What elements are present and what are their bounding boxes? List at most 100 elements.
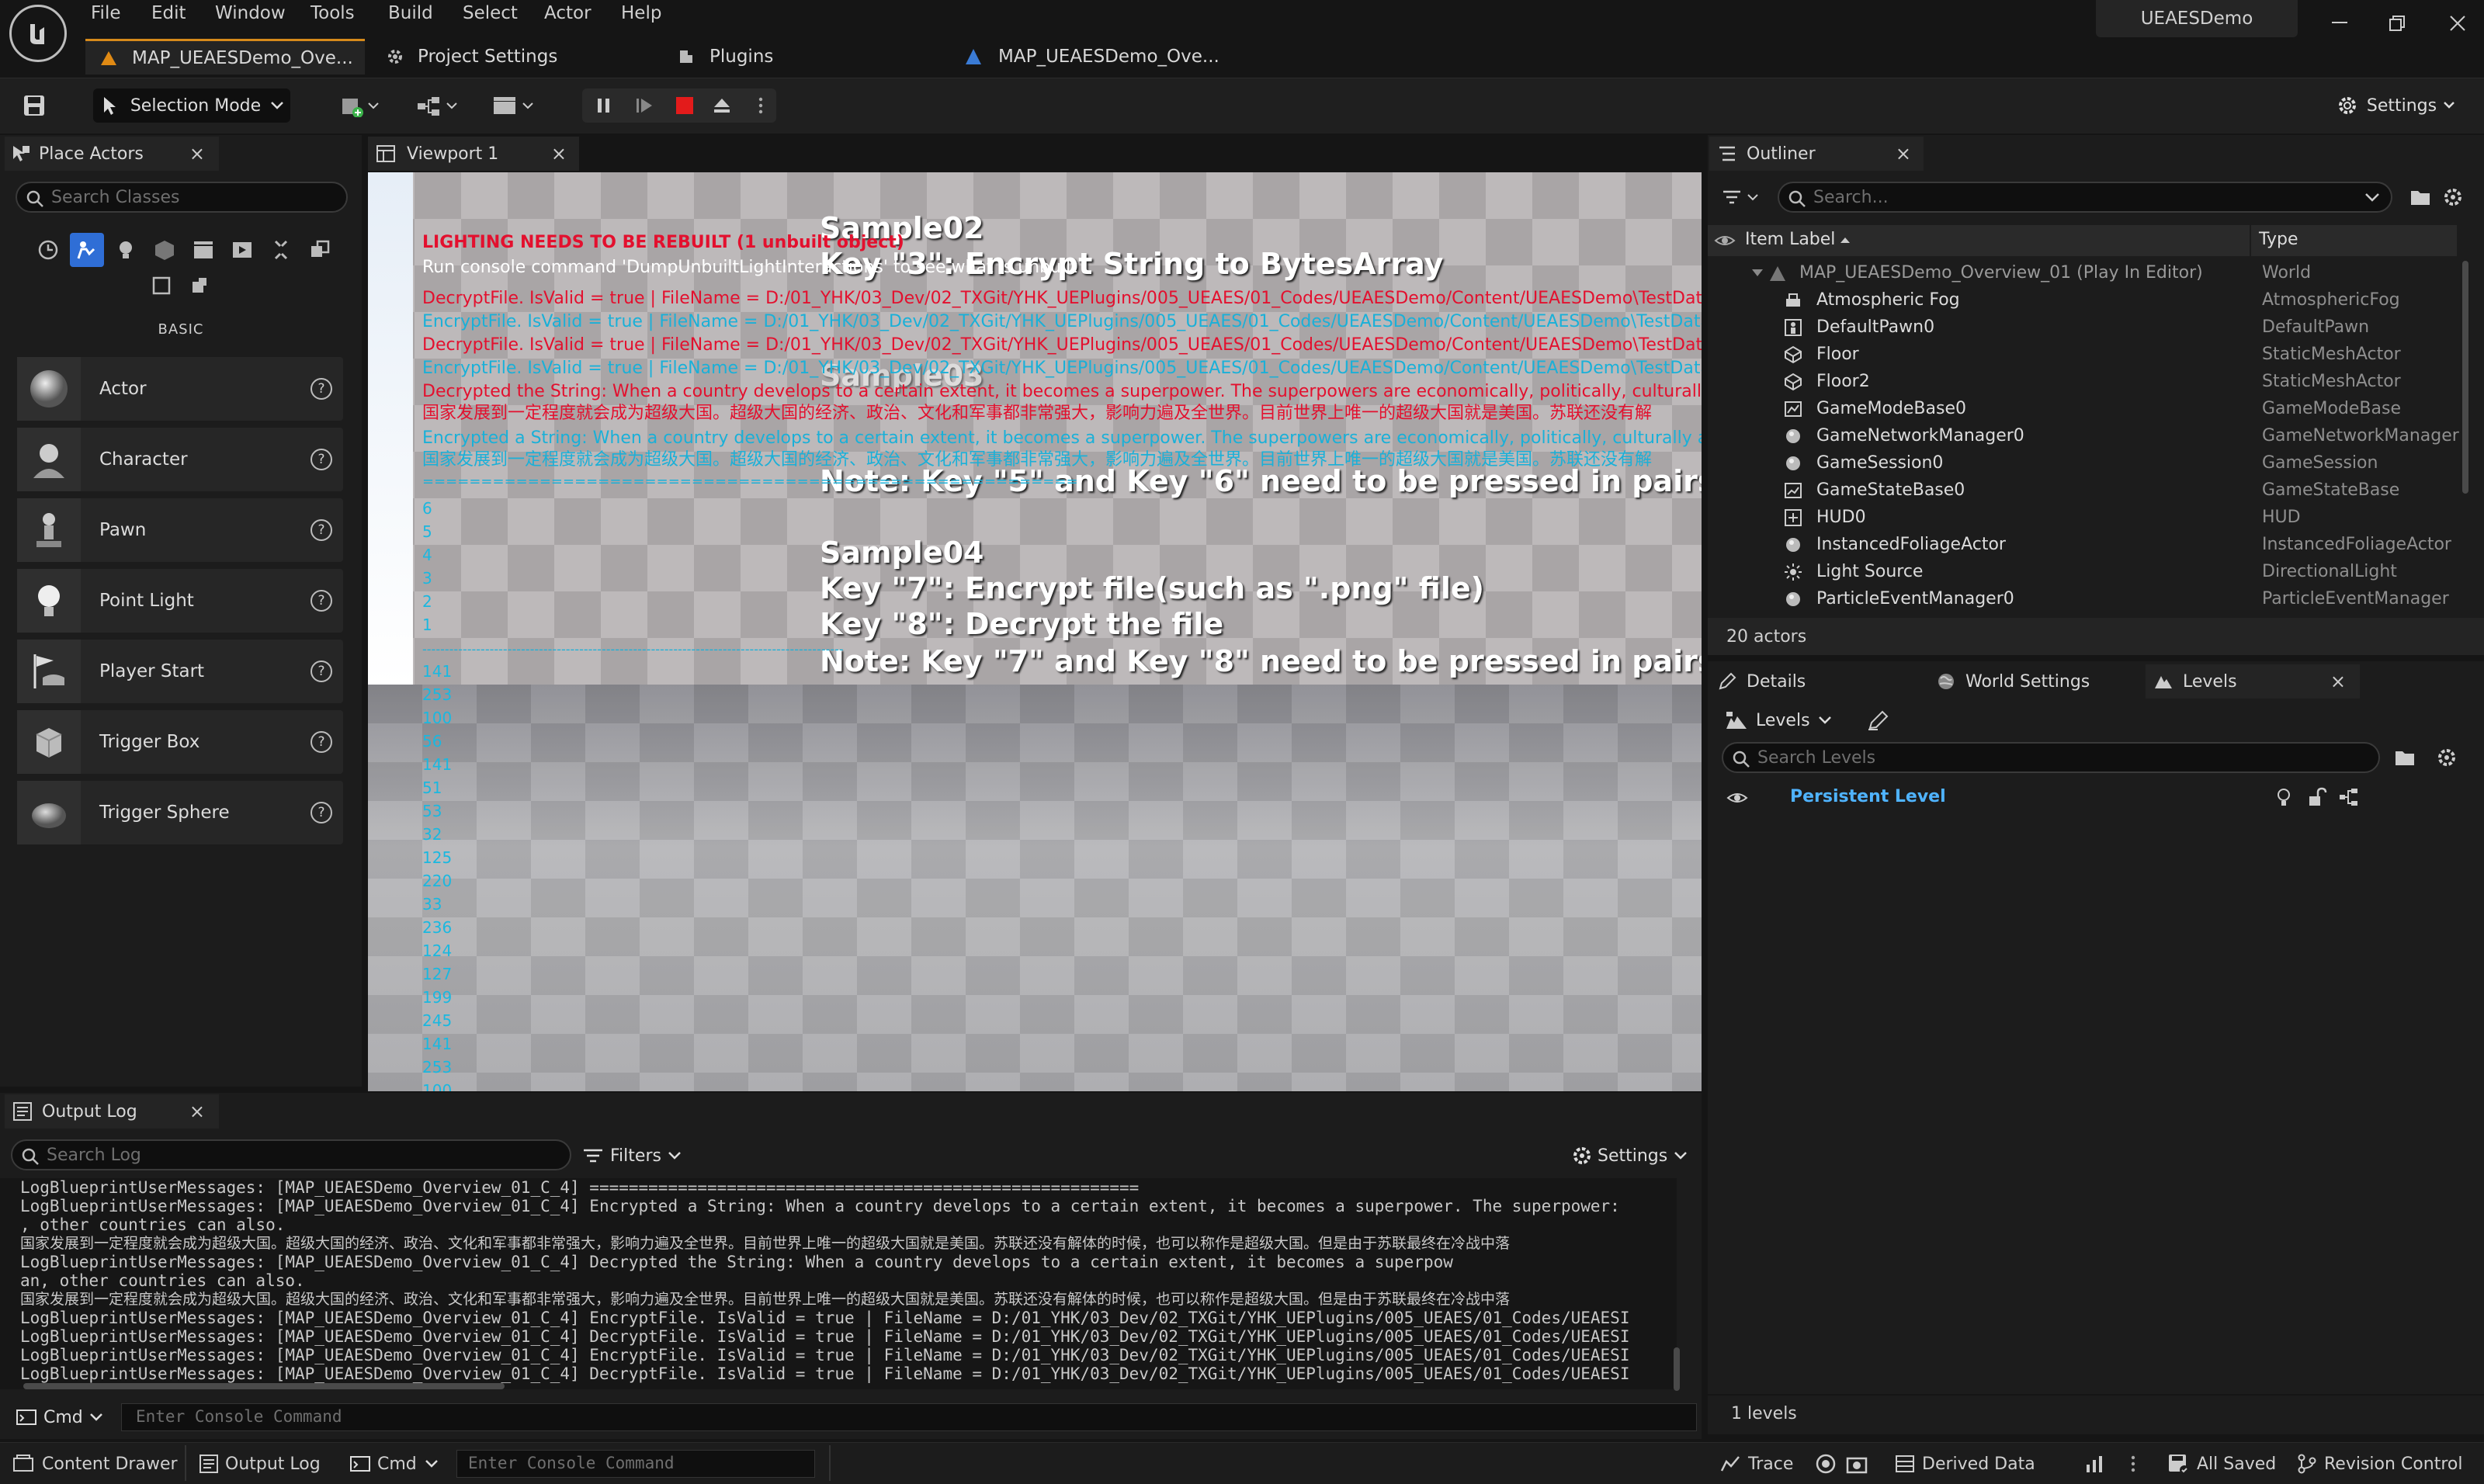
tab-world-settings[interactable]: World Settings (1928, 664, 2130, 699)
outliner-row[interactable]: GameSession0 GameSession (1708, 449, 2457, 477)
visibility-eye-icon[interactable] (1726, 790, 1748, 806)
all-classes-icon[interactable] (303, 233, 337, 267)
blueprint-icon[interactable] (2338, 787, 2360, 807)
tab-output-log[interactable]: Output Log × (5, 1094, 219, 1129)
outliner-row[interactable]: InstancedFoliageActor InstancedFoliageAc… (1708, 531, 2457, 558)
status-console-input[interactable]: Enter Console Command (456, 1450, 815, 1478)
edit-level-icon[interactable] (1863, 705, 1894, 736)
tab-levels[interactable]: Levels × (2146, 664, 2360, 699)
save-icon[interactable] (17, 90, 51, 121)
actor-item-player-start[interactable]: Player Start ? (17, 640, 343, 703)
record-icon[interactable] (1812, 1450, 1840, 1478)
help-icon[interactable]: ? (310, 802, 332, 823)
gear-icon[interactable] (2439, 183, 2467, 211)
cinematic-icon[interactable] (186, 233, 220, 267)
outliner-row[interactable]: HUD0 HUD (1708, 504, 2457, 531)
revision-control-button[interactable]: Revision Control (2296, 1448, 2462, 1479)
basic-category-icon[interactable] (70, 233, 104, 267)
outliner-row[interactable]: Atmospheric Fog AtmosphericFog (1708, 286, 2457, 314)
close-panel-icon[interactable]: × (2330, 671, 2346, 692)
menu-actor[interactable]: Actor (544, 3, 592, 23)
log-text-area[interactable]: LogBlueprintUserMessages: [MAP_UEAESDemo… (0, 1178, 1677, 1389)
tab-map-pie[interactable]: MAP_UEAESDemo_Ove... (963, 39, 1219, 75)
volumes-icon[interactable] (264, 233, 298, 267)
log-settings-button[interactable]: Settings (1571, 1141, 1688, 1170)
menu-tools[interactable]: Tools (310, 3, 355, 23)
blueprint-button[interactable] (410, 90, 466, 121)
actor-item-point-light[interactable]: Point Light ? (17, 569, 343, 633)
help-icon[interactable]: ? (310, 449, 332, 470)
menu-file[interactable]: File (91, 3, 121, 23)
minimize-button[interactable] (2324, 8, 2355, 39)
outliner-row[interactable]: Floor2 StaticMeshActor (1708, 368, 2457, 395)
visibility-eye-icon[interactable] (1714, 233, 1736, 248)
outliner-row[interactable]: GameNetworkManager0 GameNetworkManager (1708, 422, 2459, 449)
level-row-persistent[interactable]: Persistent Level (1722, 782, 2461, 813)
outliner-row[interactable]: GameStateBase0 GameStateBase (1708, 477, 2457, 504)
outliner-row[interactable]: Light Source DirectionalLight (1708, 558, 2457, 585)
tab-plugins[interactable]: Plugins (675, 39, 773, 75)
pause-button[interactable] (590, 92, 618, 120)
search-classes-input[interactable]: Search Classes (16, 182, 348, 213)
menu-help[interactable]: Help (621, 3, 661, 23)
menu-select[interactable]: Select (463, 3, 518, 23)
actor-item-trigger-box[interactable]: Trigger Box ? (17, 710, 343, 774)
tab-outliner[interactable]: Outliner × (1709, 137, 1924, 171)
status-output-log-button[interactable]: Output Log (199, 1448, 321, 1479)
close-panel-icon[interactable]: × (189, 1101, 205, 1122)
shapes-icon[interactable] (147, 233, 182, 267)
geometry-icon[interactable] (144, 269, 179, 303)
trace-button[interactable]: Trace (1720, 1448, 1793, 1479)
close-panel-icon[interactable]: × (551, 143, 567, 165)
outliner-scrollbar[interactable] (2462, 261, 2468, 494)
viewport-3d[interactable]: Sample02 Key "3": Encrypt String to Byte… (368, 172, 1702, 1091)
cmd-dropdown[interactable]: Cmd (16, 1403, 103, 1431)
actor-item-pawn[interactable]: Pawn ? (17, 498, 343, 562)
outliner-world-row[interactable]: MAP_UEAESDemo_Overview_01 (Play In Edito… (1708, 259, 2457, 286)
lights-icon[interactable] (109, 233, 143, 267)
menu-build[interactable]: Build (388, 3, 433, 23)
add-actor-button[interactable] (334, 90, 388, 121)
tab-details[interactable]: Details (1709, 664, 1913, 699)
actor-item-character[interactable]: Character ? (17, 428, 343, 491)
tab-place-actors[interactable]: Place Actors × (5, 137, 219, 171)
outliner-row[interactable]: Floor StaticMeshActor (1708, 341, 2457, 368)
selection-mode-button[interactable]: Selection Mode (93, 88, 290, 123)
more-options-icon[interactable] (751, 92, 770, 120)
step-frame-button[interactable] (630, 92, 658, 120)
more-options-icon[interactable] (2124, 1450, 2142, 1478)
derived-data-button[interactable]: Derived Data (1894, 1448, 2035, 1479)
close-panel-icon[interactable]: × (1896, 143, 1911, 165)
recent-icon[interactable] (31, 233, 65, 267)
column-type[interactable]: Type (2259, 230, 2298, 249)
console-input[interactable]: Enter Console Command (121, 1403, 1697, 1431)
lighting-scenario-icon[interactable] (2274, 787, 2293, 809)
screenshot-icon[interactable] (1843, 1450, 1871, 1478)
unreal-logo[interactable] (9, 5, 67, 62)
menu-edit[interactable]: Edit (151, 3, 186, 23)
add-folder-icon[interactable] (2391, 744, 2419, 771)
filter-icon[interactable] (1719, 183, 1765, 211)
filters-button[interactable]: Filters (582, 1141, 682, 1170)
help-icon[interactable]: ? (310, 590, 332, 612)
all-saved-button[interactable]: All Saved (2167, 1448, 2276, 1479)
close-window-button[interactable] (2442, 8, 2473, 39)
foliage-icon[interactable] (183, 269, 217, 303)
status-cmd-dropdown[interactable]: Cmd (349, 1448, 439, 1479)
actor-item-trigger-sphere[interactable]: Trigger Sphere ? (17, 781, 343, 844)
unlock-icon[interactable] (2307, 787, 2327, 807)
cinematics-button[interactable] (486, 90, 542, 121)
stop-button[interactable] (671, 92, 699, 120)
tab-project-settings[interactable]: Project Settings (383, 39, 557, 75)
search-log-input[interactable]: Search Log (11, 1139, 571, 1170)
menu-window[interactable]: Window (215, 3, 286, 23)
actor-item-actor[interactable]: Actor ? (17, 357, 343, 421)
outliner-row[interactable]: DefaultPawn0 DefaultPawn (1708, 314, 2457, 341)
levels-dropdown[interactable]: Levels (1725, 705, 1832, 736)
toolbar-settings-button[interactable]: Settings (2330, 88, 2461, 123)
help-icon[interactable]: ? (310, 731, 332, 753)
content-drawer-button[interactable]: Content Drawer (12, 1448, 178, 1479)
tab-viewport[interactable]: Viewport 1 × (368, 137, 579, 171)
gear-icon[interactable] (2433, 744, 2461, 771)
help-icon[interactable]: ? (310, 661, 332, 682)
